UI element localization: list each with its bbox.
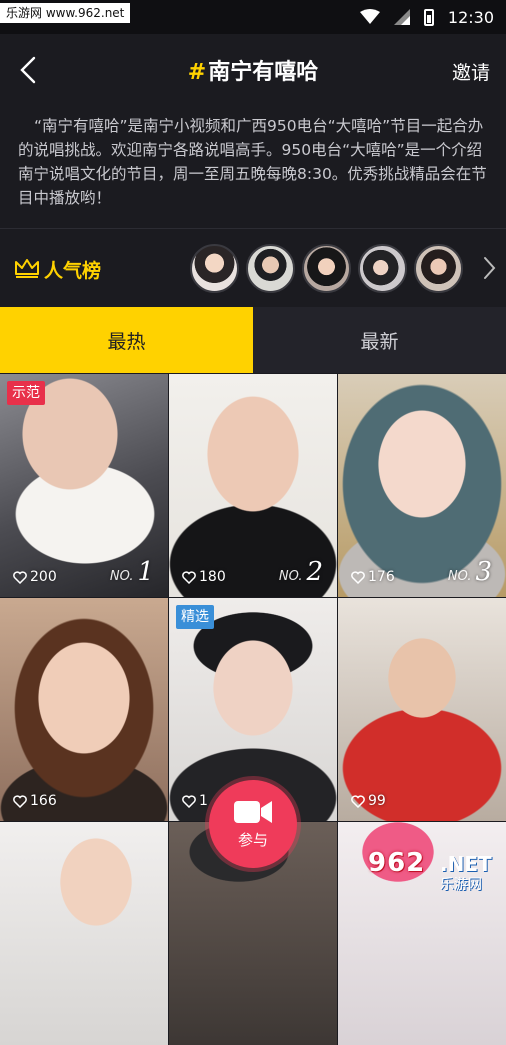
crown-icon: [15, 259, 39, 278]
rank-label: NO. 1: [110, 557, 154, 587]
like-count: 166: [13, 793, 57, 809]
watermark-net: .NET: [440, 852, 492, 876]
battery-icon: [423, 8, 434, 26]
like-count-value: 180: [199, 569, 226, 585]
popularity-label: 人气榜: [44, 260, 102, 282]
heart-icon: [351, 794, 365, 808]
rank-label: NO. 3: [448, 557, 492, 587]
rank-number: 1: [137, 557, 154, 587]
like-count: 1: [182, 793, 208, 809]
divider: [0, 228, 506, 229]
video-card[interactable]: [0, 822, 168, 1045]
demo-badge: 示范: [7, 381, 45, 405]
rank-label: NO. 2: [279, 557, 323, 587]
rank-prefix: NO.: [447, 569, 472, 584]
page-title: #南宁有嘻哈: [0, 54, 506, 86]
heart-icon: [13, 570, 27, 584]
invite-button[interactable]: 邀请: [452, 58, 490, 85]
rank-number: 2: [306, 557, 323, 587]
like-count: 176: [351, 569, 395, 585]
video-card[interactable]: 99: [338, 598, 506, 821]
avatar[interactable]: [190, 244, 239, 293]
watermark-sub: 乐游网: [440, 877, 482, 893]
heart-icon: [351, 570, 365, 584]
like-count: 200: [13, 569, 57, 585]
wifi-icon: [359, 9, 380, 24]
like-count: 99: [351, 793, 386, 809]
status-icons: 12:30: [359, 0, 494, 34]
avatar[interactable]: [246, 244, 295, 293]
participate-label: 参与: [237, 830, 268, 849]
tab-hottest[interactable]: 最热: [0, 307, 253, 373]
tab-newest[interactable]: 最新: [253, 307, 506, 373]
like-count-value: 176: [368, 569, 395, 585]
like-count: 180: [182, 569, 226, 585]
nav-bar: #南宁有嘻哈 邀请: [0, 34, 506, 106]
avatar-list: [190, 244, 463, 293]
heart-icon: [182, 570, 196, 584]
avatar[interactable]: [358, 244, 407, 293]
heart-icon: [13, 794, 27, 808]
like-count-value: 1: [199, 793, 208, 809]
rank-prefix: NO.: [109, 569, 134, 584]
site-logo-watermark: 962 .NET 乐游网: [368, 848, 498, 894]
participate-button[interactable]: 参与: [209, 780, 297, 868]
featured-badge: 精选: [176, 605, 214, 629]
site-watermark: 乐游网 www.962.net: [0, 3, 131, 23]
rank-prefix: NO.: [278, 569, 303, 584]
tab-bar: 最热 最新: [0, 307, 506, 373]
like-count-value: 200: [30, 569, 57, 585]
video-card[interactable]: 180 NO. 2: [169, 374, 337, 597]
video-camera-icon: [234, 800, 272, 823]
signal-icon: [393, 9, 410, 25]
hashtag-icon: #: [187, 60, 207, 85]
video-card[interactable]: 示范 200 NO. 1: [0, 374, 168, 597]
page-title-text: 南宁有嘻哈: [208, 60, 319, 85]
like-count-value: 166: [30, 793, 57, 809]
challenge-description: “南宁有嘻哈”是南宁小视频和广西950电台“大嘻哈”节目一起合办的说唱挑战。欢迎…: [18, 117, 487, 207]
avatar[interactable]: [414, 244, 463, 293]
chevron-right-icon[interactable]: [482, 256, 496, 280]
like-count-value: 99: [368, 793, 386, 809]
status-time: 12:30: [447, 7, 494, 27]
watermark-number: 962: [368, 848, 426, 878]
video-card[interactable]: 166: [0, 598, 168, 821]
video-card[interactable]: 176 NO. 3: [338, 374, 506, 597]
rank-number: 3: [475, 557, 492, 587]
avatar[interactable]: [302, 244, 351, 293]
status-bar: 乐游网 www.962.net 12:30: [0, 0, 506, 34]
popularity-row[interactable]: 人气榜: [0, 230, 506, 306]
heart-icon: [182, 794, 196, 808]
